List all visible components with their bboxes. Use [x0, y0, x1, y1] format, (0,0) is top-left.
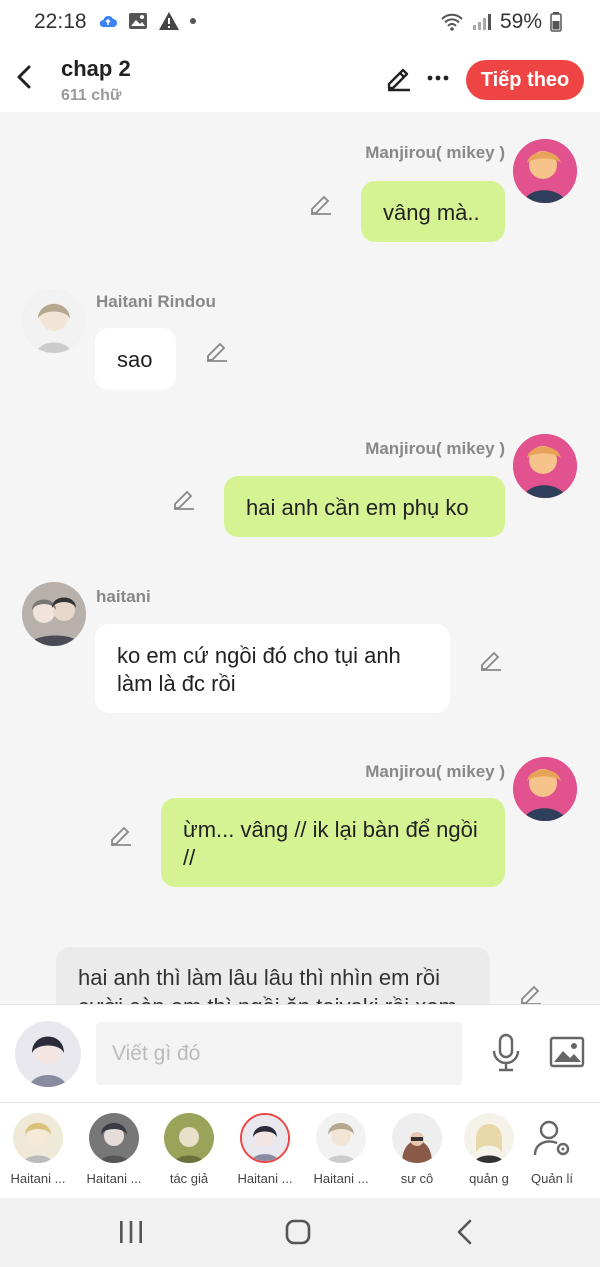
home-button[interactable] [278, 1214, 318, 1250]
message-bubble[interactable]: ko em cứ ngồi đó cho tụi anh làm là đc r… [95, 624, 450, 713]
sender-avatar[interactable] [513, 434, 577, 498]
edit-message-button[interactable] [109, 823, 133, 847]
character-item[interactable]: tác giả [152, 1113, 226, 1186]
status-bar: 22:18 59% [0, 0, 600, 44]
sender-name: Haitani Rindou [96, 292, 216, 311]
character-avatar [527, 1113, 577, 1163]
word-count: 611 chữ [61, 87, 122, 104]
more-options-button[interactable] [424, 64, 452, 92]
sender-avatar[interactable] [22, 582, 86, 646]
edit-button[interactable] [385, 64, 413, 92]
character-avatar [89, 1113, 139, 1163]
sender-avatar[interactable] [513, 139, 577, 203]
message-bubble[interactable]: vâng mà.. [361, 181, 505, 242]
character-label: tác giả [169, 1171, 209, 1186]
avatar-image [513, 757, 577, 821]
manage-characters-button[interactable]: Quản lí [515, 1113, 589, 1186]
edit-message-button[interactable] [519, 982, 543, 1004]
pencil-icon [521, 985, 541, 1004]
character-avatar [316, 1113, 366, 1163]
sender-avatar[interactable] [513, 757, 577, 821]
manage-label: Quản lí [531, 1171, 573, 1186]
chapter-title: chap 2 [61, 56, 131, 81]
character-label: Haitani ... [10, 1171, 66, 1186]
pencil-icon [311, 195, 331, 215]
character-item[interactable]: Haitani ... [1, 1113, 75, 1186]
character-avatar [164, 1113, 214, 1163]
more-dots-icon [427, 75, 449, 81]
sender-name: Manjirou( mikey ) [365, 143, 505, 162]
system-nav-bar [0, 1198, 600, 1267]
character-item[interactable]: Haitani ... [228, 1113, 302, 1186]
avatar-image [513, 434, 577, 498]
character-label: Haitani ... [86, 1171, 142, 1186]
character-avatar [13, 1113, 63, 1163]
chevron-left-icon [17, 65, 31, 89]
character-avatar [392, 1113, 442, 1163]
pencil-icon [111, 826, 131, 846]
character-label: Haitani ... [237, 1171, 293, 1186]
voice-button[interactable] [489, 1033, 523, 1073]
sender-avatar[interactable] [22, 289, 86, 353]
current-character-avatar[interactable] [15, 1021, 81, 1087]
compose-bar [0, 1004, 600, 1102]
character-selector: Haitani ... Haitani ... tác giả Haitani … [0, 1102, 600, 1198]
character-item[interactable]: Haitani ... [304, 1113, 378, 1186]
avatar-image [513, 139, 577, 203]
edit-message-button[interactable] [309, 192, 333, 216]
signal-icon [472, 14, 491, 30]
chapter-header: chap 2 611 chữ Tiếp theo [0, 44, 600, 112]
pencil-icon [207, 342, 227, 362]
status-time: 22:18 [34, 10, 87, 33]
pencil-icon [174, 490, 194, 510]
image-icon [549, 1036, 585, 1068]
character-avatar [240, 1113, 290, 1163]
image-notification-icon [129, 13, 147, 29]
warning-icon [159, 12, 179, 30]
back-icon [457, 1219, 472, 1245]
message-input[interactable] [96, 1022, 462, 1085]
recent-apps-icon [120, 1221, 142, 1243]
character-item[interactable]: Haitani ... [77, 1113, 151, 1186]
narration-bubble[interactable]: hai anh thì làm lâu lâu thì nhìn em rồi … [56, 947, 490, 1004]
avatar-image [22, 582, 86, 646]
character-label: Haitani ... [313, 1171, 369, 1186]
message-bubble[interactable]: ừm... vâng // ik lại bàn để ngồi // [161, 798, 505, 887]
edit-message-button[interactable] [172, 487, 196, 511]
sender-name: Manjirou( mikey ) [365, 762, 505, 781]
next-chapter-button[interactable]: Tiếp theo [466, 60, 584, 100]
battery-icon [550, 12, 562, 32]
image-button[interactable] [549, 1036, 585, 1068]
user-settings-icon [533, 1120, 570, 1156]
message-bubble[interactable]: hai anh cần em phụ ko [224, 476, 505, 537]
pencil-icon [481, 651, 501, 671]
cloud-upload-icon [99, 15, 117, 27]
edit-message-button[interactable] [479, 648, 503, 672]
sender-name: Manjirou( mikey ) [365, 439, 505, 458]
pencil-icon [387, 68, 410, 92]
character-label: sư cô [400, 1171, 434, 1186]
message-bubble[interactable]: sao [95, 328, 176, 390]
battery-percent: 59% [499, 10, 542, 33]
character-item[interactable]: sư cô [380, 1113, 454, 1186]
chat-area[interactable]: Manjirou( mikey ) vâng mà.. Haitani Rind… [0, 112, 600, 1004]
back-button[interactable] [12, 60, 36, 94]
edit-message-button[interactable] [205, 339, 229, 363]
home-icon [285, 1219, 311, 1245]
avatar-image [15, 1021, 81, 1087]
microphone-icon [492, 1033, 520, 1072]
dot-icon [190, 18, 196, 24]
recent-apps-button[interactable] [111, 1214, 151, 1250]
system-back-button[interactable] [446, 1214, 486, 1250]
character-avatar [464, 1113, 514, 1163]
avatar-image [22, 289, 86, 353]
sender-name: haitani [96, 587, 151, 606]
wifi-icon [441, 13, 463, 31]
